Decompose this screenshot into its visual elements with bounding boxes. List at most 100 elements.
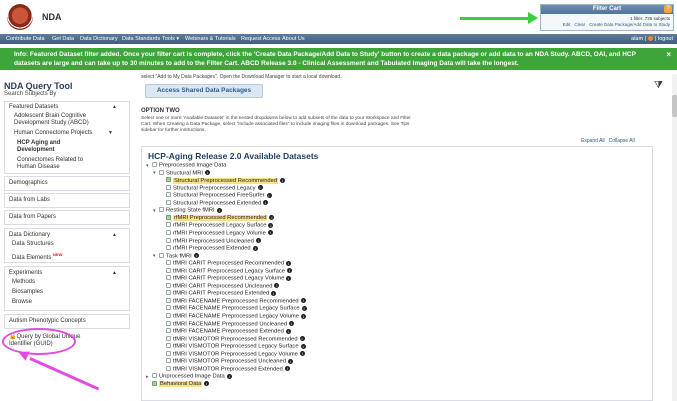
tree-node-label[interactable]: rfMRI Preprocessed Extended <box>173 246 251 252</box>
tree-node-label[interactable]: Resting State fMRI <box>166 208 215 214</box>
clear-link[interactable]: Clear <box>574 22 585 27</box>
dataset-checkbox[interactable] <box>159 207 164 213</box>
tree-node-label[interactable]: Task fMRI <box>166 253 192 259</box>
tree-node-label[interactable]: tfMRI FACENAME Preprocessed Uncleaned <box>173 321 287 327</box>
tree-node[interactable]: tfMRI VISMOTOR Preprocessed Extended i <box>160 365 290 374</box>
info-icon[interactable]: i <box>204 381 210 387</box>
dataset-checkbox[interactable] <box>166 229 171 235</box>
tree-node[interactable]: rfMRI Preprocessed Legacy Volume i <box>160 229 273 238</box>
tree-node-label[interactable]: tfMRI FACENAME Preprocessed Extended <box>173 329 284 335</box>
info-icon[interactable]: i <box>271 290 277 296</box>
dataset-checkbox[interactable] <box>166 350 171 356</box>
sidebar-item-browse[interactable]: Browse <box>12 299 32 307</box>
tree-node[interactable]: tfMRI FACENAME Preprocessed Recommended i <box>160 297 306 306</box>
nav-tools[interactable]: Tools ▾ <box>162 34 179 44</box>
chevron-up-icon[interactable]: ▲ <box>112 232 117 238</box>
settings-icon[interactable] <box>648 36 654 42</box>
dataset-checkbox[interactable] <box>166 297 171 303</box>
tree-node-label[interactable]: tfMRI FACENAME Preprocessed Legacy Surfa… <box>173 306 300 312</box>
edit-link[interactable]: Edit <box>563 22 571 27</box>
info-icon[interactable]: i <box>300 298 306 304</box>
dataset-checkbox[interactable] <box>166 245 171 251</box>
data-elements-label[interactable]: Data Elements <box>12 255 51 261</box>
info-icon[interactable]: i <box>286 275 292 281</box>
tree-node[interactable]: tfMRI FACENAME Preprocessed Legacy Volum… <box>160 313 306 321</box>
tree-node-label[interactable]: tfMRI FACENAME Preprocessed Recommended <box>173 298 299 304</box>
tree-node-label[interactable]: Preprocessed Image Data <box>159 163 226 169</box>
tree-node-label[interactable]: Behavioral Data <box>159 381 203 388</box>
tree-node[interactable]: ▸ Unprocessed Image Data i <box>146 373 232 381</box>
dataset-checkbox[interactable] <box>152 373 157 379</box>
info-icon[interactable]: i <box>257 185 263 191</box>
info-icon[interactable]: i <box>287 268 293 274</box>
dataset-checkbox[interactable] <box>166 328 171 334</box>
info-icon[interactable]: i <box>285 328 291 334</box>
info-icon[interactable]: i <box>255 238 261 243</box>
info-icon[interactable]: i <box>300 343 306 349</box>
sidebar-item-human-connectome[interactable]: Human Connectome Projects <box>14 130 92 138</box>
dataset-checkbox[interactable] <box>159 252 164 258</box>
tree-node[interactable]: Behavioral Data i <box>146 380 210 389</box>
scrollbar-thumb[interactable] <box>672 95 677 117</box>
username[interactable]: alam <box>631 36 643 42</box>
info-icon[interactable]: i <box>252 245 258 251</box>
dataset-checkbox[interactable] <box>159 169 164 175</box>
tree-node[interactable]: tfMRI VISMOTOR Preprocessed Legacy Volum… <box>160 350 305 359</box>
tree-node-label[interactable]: tfMRI VISMOTOR Preprocessed Legacy Surfa… <box>173 344 299 350</box>
dataset-checkbox[interactable] <box>166 365 171 371</box>
sidebar-item-demographics[interactable]: Demographics <box>9 180 48 188</box>
tree-node-label[interactable]: tfMRI CARIT Preprocessed Extended <box>173 291 269 297</box>
sidebar-item-labs[interactable]: Data from Labs <box>9 197 50 205</box>
nav-data-standards[interactable]: Data Standards <box>122 34 160 44</box>
dataset-checkbox[interactable] <box>166 260 171 266</box>
info-icon[interactable]: i <box>274 283 280 289</box>
tree-node[interactable]: Structural Preprocessed Recommended i <box>160 177 286 185</box>
tree-node-label[interactable]: tfMRI CARIT Preprocessed Legacy Surface <box>173 268 285 274</box>
dataset-checkbox[interactable] <box>166 222 171 228</box>
create-data-package-link[interactable]: Create Data Package/Add Data to Study <box>589 22 670 27</box>
help-icon[interactable]: ? <box>664 5 672 13</box>
tree-node-label[interactable]: Structural Preprocessed Recommended <box>173 177 279 184</box>
info-icon[interactable]: i <box>301 305 307 311</box>
info-icon[interactable]: i <box>266 192 272 198</box>
tree-node[interactable]: Structural Preprocessed FreeSurfer i <box>160 192 272 200</box>
tree-node[interactable]: Structural Preprocessed Legacy i <box>160 184 263 193</box>
tree-node-label[interactable]: tfMRI VISMOTOR Preprocessed Extended <box>173 366 283 372</box>
sidebar-item-papers[interactable]: Data from Papers <box>9 214 56 222</box>
info-icon[interactable]: i <box>299 351 305 357</box>
tree-node-label[interactable]: Unprocessed Image Data <box>159 374 225 380</box>
dataset-checkbox[interactable] <box>166 320 171 326</box>
info-icon[interactable]: i <box>205 170 211 176</box>
dataset-checkbox[interactable] <box>166 267 171 273</box>
tree-node-label[interactable]: tfMRI CARIT Preprocessed Recommended <box>173 261 284 267</box>
tree-node[interactable]: tfMRI CARIT Preprocessed Legacy Surface i <box>160 267 293 276</box>
tree-node[interactable]: tfMRI FACENAME Preprocessed Extended i <box>160 328 291 336</box>
tree-node-label[interactable]: tfMRI CARIT Preprocessed Legacy Volume <box>173 276 284 282</box>
tree-node[interactable]: tfMRI VISMOTOR Preprocessed Uncleaned i <box>160 358 293 366</box>
tree-node[interactable]: tfMRI VISMOTOR Preprocessed Legacy Surfa… <box>160 343 306 351</box>
tree-node-label[interactable]: tfMRI VISMOTOR Preprocessed Uncleaned <box>173 359 286 365</box>
sidebar-item-hcp-aging-line2[interactable]: Development <box>17 147 55 155</box>
tree-node[interactable]: ▾ Resting State fMRI i <box>153 207 222 215</box>
tree-node[interactable]: ▾ Structural MRI i <box>153 169 211 178</box>
tree-node-label[interactable]: Structural Preprocessed FreeSurfer <box>173 193 265 199</box>
dataset-checkbox[interactable] <box>166 290 171 296</box>
logout-link[interactable]: logout <box>658 36 673 42</box>
dataset-checkbox[interactable] <box>166 282 171 288</box>
dataset-checkbox[interactable] <box>152 380 157 386</box>
sidebar-item-experiments[interactable]: Experiments <box>9 270 42 278</box>
info-icon[interactable]: i <box>226 373 232 379</box>
close-icon[interactable]: × <box>666 50 671 60</box>
tree-node-label[interactable]: tfMRI VISMOTOR Preprocessed Legacy Volum… <box>173 351 298 357</box>
info-icon[interactable]: i <box>263 200 269 206</box>
tree-node[interactable]: ▾ Preprocessed Image Data <box>146 162 226 170</box>
tree-node[interactable]: Structural Preprocessed Extended i <box>160 199 269 208</box>
sidebar-item-abcd-line2[interactable]: Development Study (ABCD) <box>14 120 89 128</box>
sidebar-item-data-dictionary[interactable]: Data Dictionary <box>9 232 50 240</box>
dataset-checkbox[interactable] <box>166 199 171 205</box>
dataset-checkbox[interactable] <box>166 313 171 318</box>
dataset-checkbox[interactable] <box>166 214 171 220</box>
info-icon[interactable]: i <box>284 366 290 372</box>
dataset-checkbox[interactable] <box>166 275 171 281</box>
access-shared-packages-button[interactable]: Access Shared Data Packages <box>145 84 263 98</box>
